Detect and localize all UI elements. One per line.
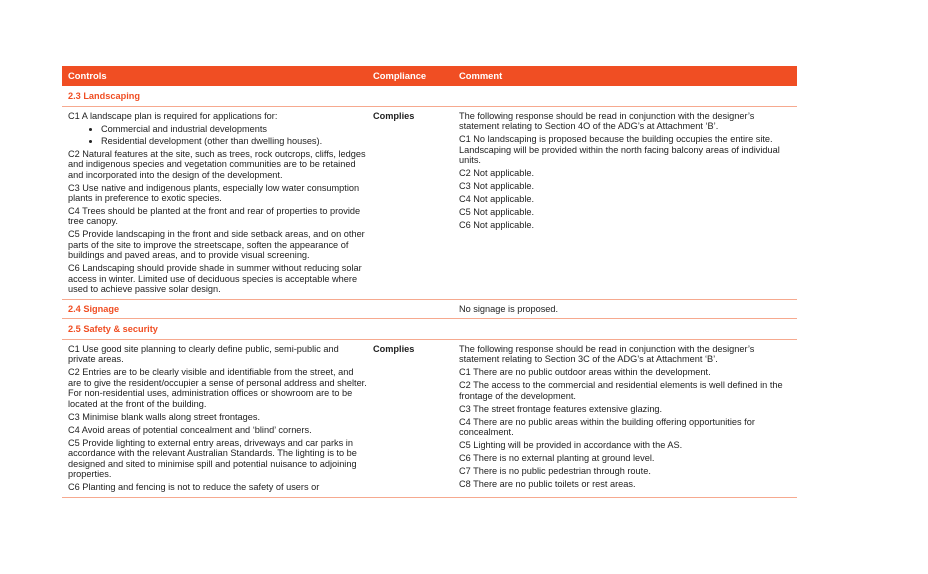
landscaping-controls: C1 A landscape plan is required for appl… [62, 107, 373, 299]
comment: C1 No landscaping is proposed because th… [459, 134, 780, 166]
comment: C1 There are no public outdoor areas wit… [459, 367, 711, 378]
safety-row: C1 Use good site planning to clearly def… [62, 340, 797, 498]
landscaping-row: C1 A landscape plan is required for appl… [62, 107, 797, 301]
comment: C5 Not applicable. [459, 207, 535, 218]
control-c5: C5 Provide landscaping in the front and … [68, 229, 365, 261]
control-c5: C5 Provide lighting to external entry ar… [68, 437, 357, 479]
comment: C4 Not applicable. [459, 194, 535, 205]
controls-table: Controls Compliance Comment 2.3 Landscap… [62, 66, 797, 498]
table-header: Controls Compliance Comment [62, 66, 797, 86]
control-c1: C1 Use good site planning to clearly def… [68, 344, 339, 365]
list-item: Residential development (other than dwel… [101, 136, 368, 146]
control-c3: C3 Minimise blank walls along street fro… [68, 411, 261, 422]
control-c1-list: Commercial and industrial developments R… [68, 124, 368, 147]
comment: C8 There are no public toilets or rest a… [459, 479, 636, 490]
header-controls: Controls [68, 69, 107, 81]
comment: C2 The access to the commercial and resi… [459, 380, 783, 401]
safety-compliance: Complies [373, 344, 415, 355]
header-compliance: Compliance [373, 69, 427, 81]
control-c4: C4 Trees should be planted at the front … [68, 206, 361, 227]
control-c3: C3 Use native and indigenous plants, esp… [68, 182, 360, 204]
comment: C3 Not applicable. [459, 181, 535, 192]
section-safety-title: 2.5 Safety & security [62, 319, 797, 341]
comment: The following response should be read in… [459, 344, 755, 365]
control-c2: C2 Entries are to be clearly visible and… [68, 367, 367, 409]
landscaping-compliance: Complies [373, 111, 415, 121]
control-c6: C6 Planting and fencing is not to reduce… [68, 481, 320, 492]
section-signage-title: 2.4 Signage [68, 303, 120, 314]
safety-controls: C1 Use good site planning to clearly def… [62, 340, 373, 497]
list-item: Commercial and industrial developments [101, 124, 368, 134]
signage-row: 2.4 Signage No signage is proposed. [62, 300, 797, 320]
control-c2: C2 Natural features at the site, such as… [68, 148, 366, 180]
comment: C6 There is no external planting at grou… [459, 453, 655, 464]
comment: C4 There are no public areas within the … [459, 416, 755, 438]
safety-comments: The following response should be read in… [459, 340, 797, 497]
control-c4: C4 Avoid areas of potential concealment … [68, 424, 312, 435]
comment: The following response should be read in… [459, 111, 755, 132]
comment: C7 There is no public pedestrian through… [459, 466, 651, 477]
comment: C6 Not applicable. [459, 220, 535, 231]
comment: C2 Not applicable. [459, 168, 535, 179]
signage-comment: No signage is proposed. [459, 303, 559, 314]
control-c6: C6 Landscaping should provide shade in s… [68, 263, 362, 295]
header-comment: Comment [459, 69, 503, 81]
comment: C3 The street frontage features extensiv… [459, 403, 663, 414]
control-c1: C1 A landscape plan is required for appl… [68, 111, 278, 121]
section-landscaping-title: 2.3 Landscaping [62, 86, 797, 107]
comment: C5 Lighting will be provided in accordan… [459, 440, 683, 451]
landscaping-comments: The following response should be read in… [459, 107, 797, 299]
